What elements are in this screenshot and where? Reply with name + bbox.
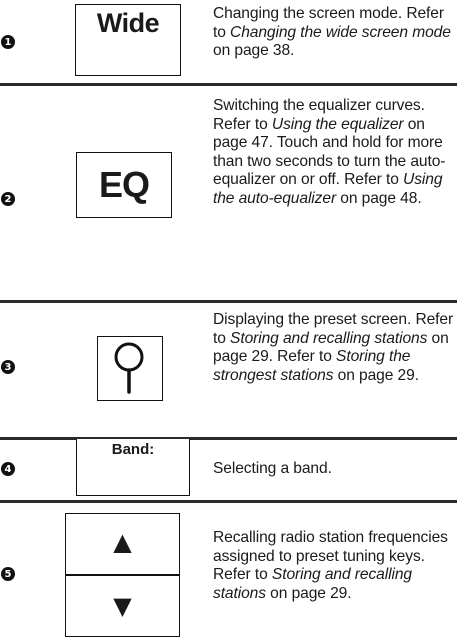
eq-button[interactable]: EQ <box>76 152 172 218</box>
row-description: Changing the screen mode. Refer to Chang… <box>213 5 457 61</box>
band-button-label: Band: <box>111 441 155 458</box>
desc-text: on page 38. <box>213 42 295 60</box>
preset-up-button[interactable]: ▲ <box>65 513 180 575</box>
row-separator-2 <box>0 300 457 303</box>
desc-reference: Storing and recalling stations <box>230 329 428 347</box>
desc-text: Recalling radio station frequencies assi… <box>213 529 448 565</box>
desc-text: Refer to <box>277 348 337 366</box>
preset-search-icon <box>114 342 144 395</box>
row-description: Displaying the preset screen. Refer to S… <box>213 311 457 385</box>
row-number-badge: 3 <box>1 360 15 374</box>
up-arrow-icon: ▲ <box>113 528 132 556</box>
preset-button[interactable] <box>97 336 163 401</box>
desc-text: on page 48. <box>336 189 422 207</box>
band-button[interactable]: Band: <box>76 439 190 496</box>
wide-button-label: Wide <box>96 8 160 38</box>
row-separator-1 <box>0 83 457 86</box>
desc-text: Refer to <box>344 171 404 189</box>
row-number-badge: 1 <box>1 35 15 49</box>
desc-text: Changing the screen mode. <box>213 5 403 22</box>
desc-text: Switching the equalizer curves. <box>213 97 425 114</box>
desc-text: Refer to <box>213 115 272 133</box>
row-number-badge: 4 <box>1 462 15 476</box>
desc-reference: Changing the wide screen mode <box>230 23 451 41</box>
desc-reference: Using the equalizer <box>271 115 404 133</box>
desc-text: on page 29. <box>333 366 419 384</box>
preset-down-button[interactable]: ▼ <box>65 575 180 637</box>
row-number-badge: 5 <box>1 567 15 581</box>
row-description: Switching the equalizer curves. Refer to… <box>213 97 457 209</box>
desc-text: on page 29. <box>265 584 352 602</box>
row-separator-4 <box>0 500 457 503</box>
row-description: Selecting a band. <box>213 460 457 479</box>
desc-text: Displaying the preset screen. <box>213 311 412 328</box>
desc-text: Refer to <box>213 566 272 584</box>
preset-tuning-keys: ▲ ▼ <box>65 513 180 637</box>
wide-button[interactable]: Wide <box>75 4 181 76</box>
down-arrow-icon: ▼ <box>113 592 132 620</box>
desc-text: Selecting a band. <box>213 460 332 477</box>
row-number-badge: 2 <box>1 192 15 206</box>
eq-button-label: EQ <box>98 164 150 205</box>
row-description: Recalling radio station frequencies assi… <box>213 529 457 603</box>
row-separator-3 <box>0 437 457 440</box>
